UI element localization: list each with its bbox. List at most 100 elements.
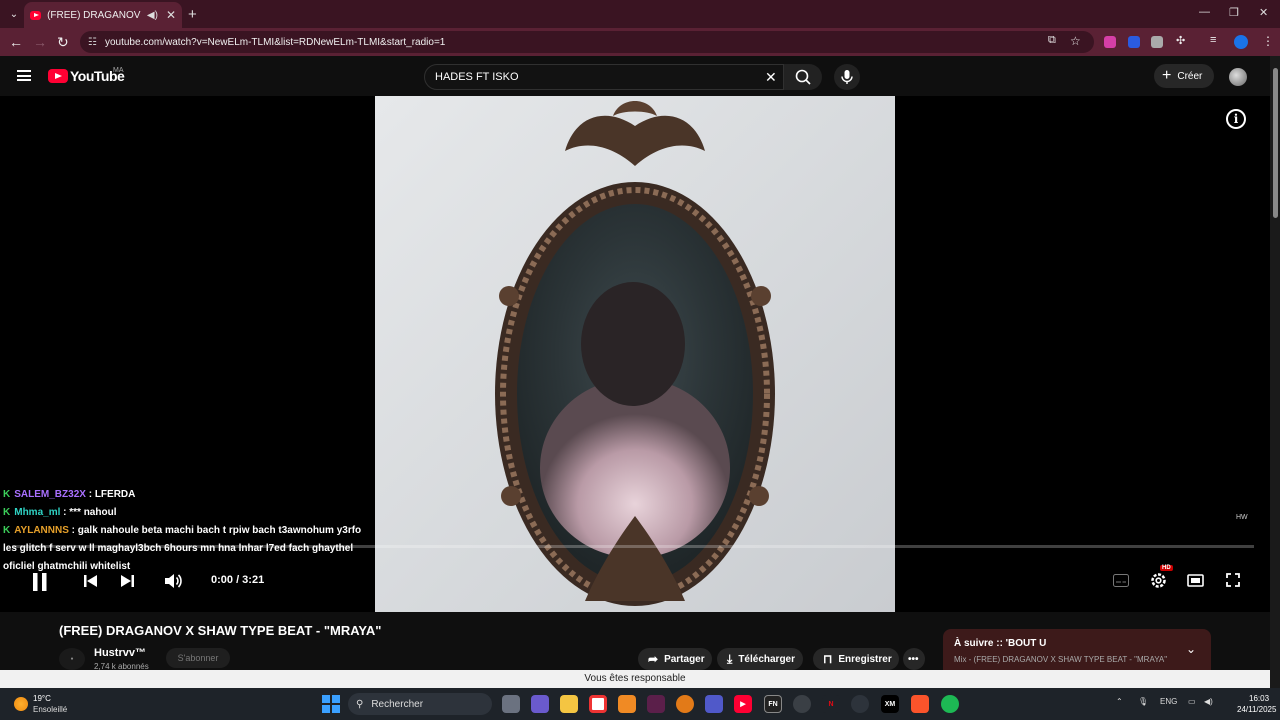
back-icon[interactable]: ← (9, 34, 23, 50)
watermark-text: HW (1236, 514, 1248, 521)
network-icon[interactable]: ▭ (1188, 697, 1196, 706)
save-button[interactable]: ⊓ Enregistrer (813, 648, 899, 670)
next-button[interactable] (120, 574, 134, 593)
restore-icon[interactable]: ❐ (1229, 6, 1239, 19)
app-icon[interactable] (851, 695, 869, 713)
download-icon: ⤓ (727, 651, 733, 666)
chat-text: *** nahoul (69, 507, 117, 518)
spotify-icon[interactable] (941, 695, 959, 713)
download-button[interactable]: ⤓ Télécharger (717, 648, 803, 670)
next-icon (121, 575, 134, 587)
browser-toolbar: ← → ↻ ☷ youtube.com/watch?v=NewELm-TLMI&… (0, 28, 1280, 56)
pause-button[interactable] (32, 573, 48, 596)
extension-icon[interactable] (1151, 36, 1163, 48)
chat-user: Mhma_ml (14, 507, 61, 518)
search-button[interactable] (784, 64, 822, 90)
youtube-app-icon[interactable]: ▶ (734, 695, 752, 713)
info-icon[interactable]: i (1226, 109, 1246, 129)
hd-badge: HD (1160, 565, 1173, 571)
reading-list-icon[interactable]: ≡ (1210, 34, 1216, 46)
tab-search-icon[interactable]: ⌄ (5, 5, 23, 23)
volume-button[interactable] (165, 573, 183, 594)
forward-icon[interactable]: → (33, 34, 47, 50)
theater-mode-button[interactable] (1187, 574, 1204, 592)
speaker-icon[interactable]: ◀) (147, 10, 158, 21)
save-label: Enregistrer (838, 653, 892, 665)
weather-condition[interactable]: Ensoleillé (33, 705, 67, 714)
browser-menu-icon[interactable]: ⋮ (1262, 34, 1274, 48)
chevron-down-icon[interactable]: ⌄ (1186, 642, 1196, 656)
create-label: Créer (1177, 70, 1203, 82)
page-scrollbar[interactable] (1270, 56, 1280, 688)
fullscreen-icon (1226, 573, 1240, 587)
up-next-subtitle: Mix - (FREE) DRAGANOV X SHAW TYPE BEAT -… (954, 655, 1168, 664)
progress-bar[interactable] (12, 545, 1254, 548)
address-bar[interactable]: ☷ youtube.com/watch?v=NewELm-TLMI&list=R… (80, 31, 1094, 53)
share-icon: ➦ (648, 652, 659, 666)
chevron-up-icon[interactable]: ⌃ (1116, 697, 1123, 706)
reload-icon[interactable]: ↻ (57, 34, 69, 51)
xm-app-icon[interactable]: XM (881, 695, 899, 713)
extension-icon[interactable] (1128, 36, 1140, 48)
video-player[interactable]: i K SALEM_BZ32X : LFERDA K Mhma_ml : *** n… (0, 96, 1270, 612)
subtitles-button[interactable] (1113, 574, 1129, 593)
input-language[interactable]: ENG (1160, 697, 1177, 706)
theater-icon (1187, 574, 1204, 587)
channel-name[interactable]: Hustrvv™ (94, 647, 146, 659)
volume-icon (165, 574, 182, 588)
taskbar-search[interactable]: ⚲ Rechercher (348, 693, 492, 715)
microphone-icon[interactable]: 🎙 (1138, 697, 1148, 706)
new-tab-icon[interactable]: + (188, 6, 197, 23)
close-window-icon[interactable]: ✕ (1259, 6, 1268, 19)
minimize-icon[interactable]: — (1199, 6, 1210, 18)
site-info-icon[interactable]: ☷ (88, 37, 97, 48)
cast-icon[interactable]: ⧉ (1048, 34, 1056, 47)
copilot-icon[interactable] (531, 695, 549, 713)
chat-user: SALEM_BZ32X (14, 489, 86, 500)
app-icon[interactable] (647, 695, 665, 713)
app-icon[interactable] (793, 695, 811, 713)
app-icon[interactable] (676, 695, 694, 713)
task-view-icon[interactable] (502, 695, 520, 713)
youtube-logo-icon[interactable] (48, 69, 68, 83)
time-display: 0:00 / 3:21 (211, 574, 265, 586)
search-query: HADES FT ISKO (435, 71, 519, 83)
close-tab-icon[interactable]: ✕ (166, 8, 176, 22)
brave-icon[interactable] (911, 695, 929, 713)
sun-icon[interactable] (14, 697, 28, 711)
chat-message: K AYLANNNS : galk nahoule beta machi bach… (3, 525, 362, 572)
file-explorer-icon[interactable] (560, 695, 578, 713)
bookmark-star-icon[interactable]: ☆ (1070, 34, 1081, 48)
search-input[interactable]: HADES FT ISKO ✕ (424, 64, 784, 90)
account-avatar[interactable] (1229, 68, 1247, 86)
share-button[interactable]: ➦ Partager (638, 648, 712, 670)
menu-icon[interactable] (17, 70, 31, 81)
up-next-panel[interactable]: À suivre :: 'BOUT U Mix - (FREE) DRAGANO… (943, 629, 1211, 670)
app-icon[interactable] (618, 695, 636, 713)
chat-overlay: K SALEM_BZ32X : LFERDA K Mhma_ml : *** nah… (3, 486, 375, 576)
volume-icon[interactable]: ◀) (1204, 697, 1213, 706)
clock-date[interactable]: 24/11/2025 (1237, 705, 1276, 714)
subscribe-button[interactable]: S'abonner (166, 648, 230, 668)
fn-app-icon[interactable]: FN (764, 695, 782, 713)
create-button[interactable]: + Créer (1154, 64, 1214, 88)
chrome-icon[interactable] (589, 695, 607, 713)
browser-tab[interactable]: (FREE) DRAGANOV X SHAW ◀) ✕ (24, 2, 182, 28)
temperature[interactable]: 19°C (33, 694, 51, 703)
profile-avatar[interactable] (1234, 35, 1248, 49)
voice-search-button[interactable] (834, 64, 860, 90)
previous-button[interactable] (84, 574, 98, 593)
more-actions-button[interactable]: ••• (903, 648, 925, 670)
clock-time[interactable]: 16:03 (1249, 694, 1269, 703)
channel-avatar[interactable]: ● (59, 648, 85, 670)
search-icon (795, 69, 811, 85)
scrollbar-thumb[interactable] (1273, 68, 1278, 218)
teams-icon[interactable] (705, 695, 723, 713)
windows-start-icon[interactable] (322, 695, 340, 713)
extension-icon[interactable] (1104, 36, 1116, 48)
extensions-puzzle-icon[interactable]: ✣ (1176, 34, 1185, 47)
settings-button[interactable] (1150, 572, 1167, 594)
netflix-icon[interactable]: N (822, 695, 840, 713)
clear-search-icon[interactable]: ✕ (765, 69, 777, 86)
fullscreen-button[interactable] (1226, 573, 1240, 592)
